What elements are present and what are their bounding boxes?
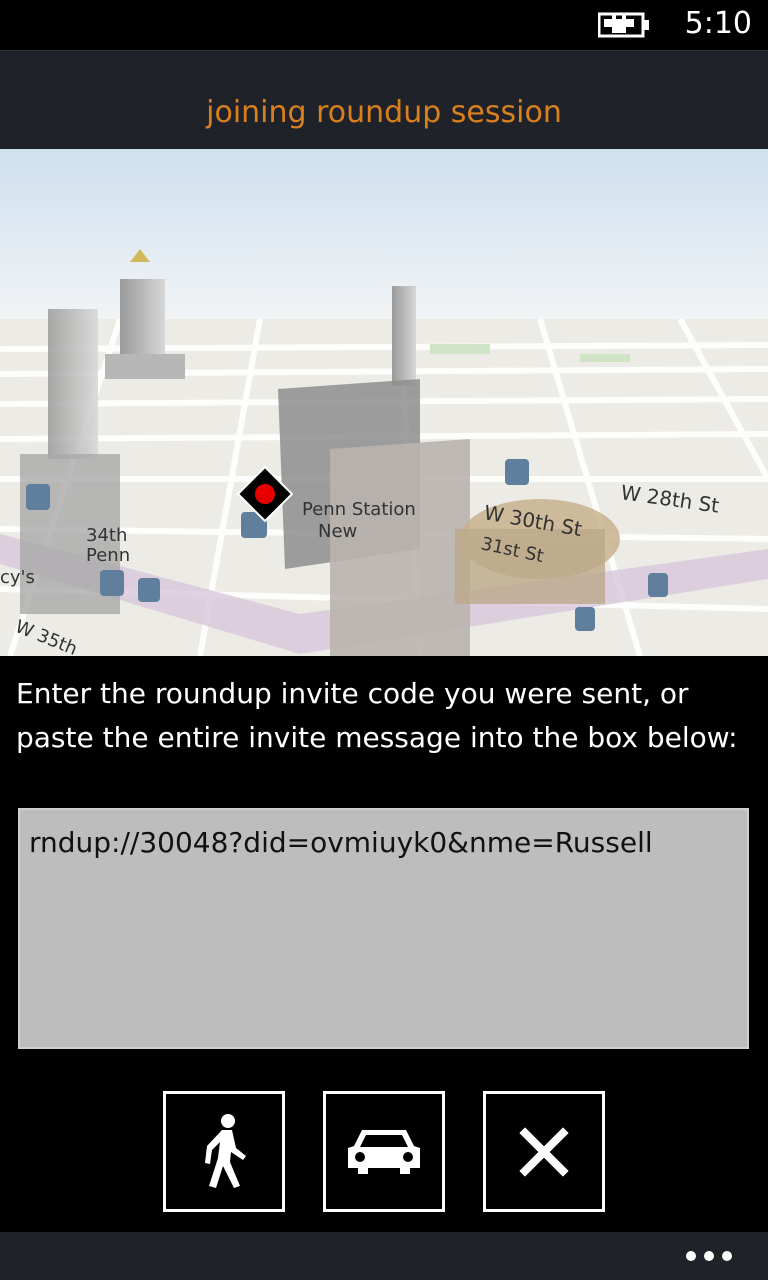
walking-person-icon	[205, 1113, 246, 1188]
map-sky	[0, 149, 768, 324]
street-label: 34th	[86, 525, 127, 546]
map-view[interactable]: W 28th St W 30th St 31st St W 35th 34th …	[0, 149, 768, 656]
car-icon	[348, 1129, 420, 1174]
map-canvas[interactable]: W 28th St W 30th St 31st St W 35th 34th …	[0, 149, 768, 656]
title-bar: joining roundup session	[0, 50, 768, 149]
park-area	[430, 344, 490, 354]
ellipsis-dot	[722, 1251, 732, 1261]
close-icon	[519, 1126, 569, 1177]
status-bar: 5:10	[0, 0, 768, 50]
cancel-button[interactable]	[483, 1091, 605, 1212]
invite-code-input[interactable]	[18, 808, 749, 1049]
ellipsis-dot	[704, 1251, 714, 1261]
park-area	[580, 354, 630, 362]
station-label: Penn Station	[302, 499, 416, 520]
page-title: joining roundup session	[206, 95, 562, 130]
ellipsis-icon[interactable]	[686, 1248, 732, 1264]
street-label: Penn	[86, 545, 130, 566]
place-label: cy's	[0, 567, 35, 588]
instruction-text: Enter the roundup invite code you were s…	[16, 677, 738, 754]
drive-button[interactable]	[323, 1091, 445, 1212]
station-label: New	[318, 521, 357, 542]
ellipsis-dot	[686, 1251, 696, 1261]
clock: 5:10	[684, 6, 752, 41]
app-bar	[0, 1232, 768, 1280]
walk-button[interactable]	[163, 1091, 285, 1212]
battery-charging-icon	[598, 12, 649, 38]
